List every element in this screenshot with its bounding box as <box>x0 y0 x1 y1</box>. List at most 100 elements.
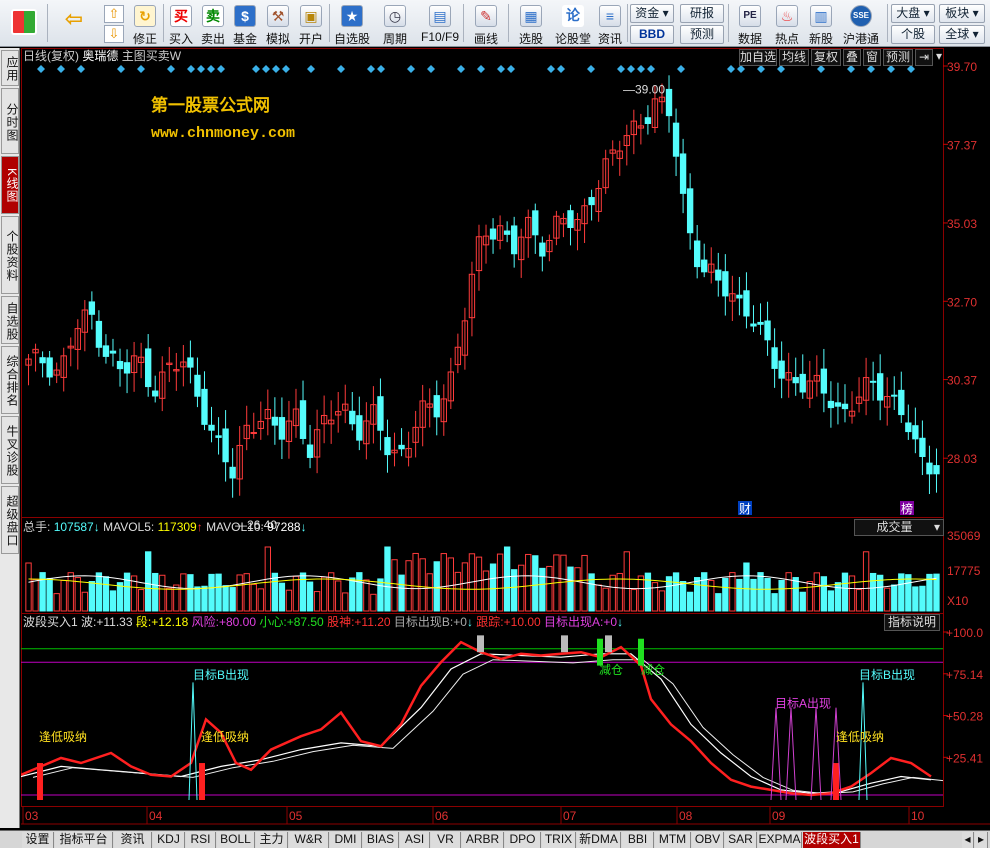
watchlist-button[interactable]: ★ 自选股 <box>332 2 372 46</box>
candle-body-98 <box>715 269 722 281</box>
bottom-tab-7[interactable]: W&R <box>289 832 329 848</box>
back-button[interactable]: ⇦ <box>52 2 96 45</box>
bottom-tab-20[interactable]: EXPMA <box>758 832 802 848</box>
capital-dropdown[interactable]: 资金 ▾ <box>630 4 674 23</box>
signal-diamond-36 <box>817 65 825 73</box>
market-dropdown[interactable]: 大盘 ▾ <box>891 4 935 23</box>
overlay-button[interactable]: 叠 <box>843 49 861 66</box>
volume-bar-55 <box>412 552 419 612</box>
menu-dropdown-button[interactable]: ▾ <box>933 49 945 66</box>
volume-bar-18 <box>152 572 159 612</box>
collapse-arrow-button[interactable]: ⇥ <box>915 49 933 66</box>
volume-bar-123 <box>891 584 898 612</box>
bottom-tab-11[interactable]: VR <box>431 832 461 848</box>
bottom-tab-9[interactable]: BIAS <box>363 832 399 848</box>
new-stock-button[interactable]: ▥ 新股 <box>805 2 837 46</box>
bottom-tab-1[interactable]: 指标平台 <box>55 832 113 848</box>
volume-bar-28 <box>222 585 229 612</box>
kline-chart-canvas[interactable]: —39.00—26.40财榜 逢低吸纳 逢低吸纳 逢低吸纳目标B出现 目标B出现减仓减… <box>21 48 990 828</box>
bottom-tab-0[interactable]: 设置 <box>22 832 54 848</box>
draw-line-label: 画线 <box>473 32 498 46</box>
stock-dropdown[interactable]: 个股 <box>891 25 935 44</box>
left-tab-3[interactable]: 个股资料 <box>1 216 19 294</box>
bottom-tab-6[interactable]: 主力 <box>256 832 288 848</box>
volume-bar-45 <box>342 592 349 612</box>
data-button[interactable]: PE 数据 <box>731 2 769 46</box>
bottom-tab-15[interactable]: 新DMA <box>577 832 621 848</box>
candle-body-120 <box>869 380 877 383</box>
bbd-button[interactable]: BBD <box>630 25 674 44</box>
bottom-tab-21[interactable]: 波段买入1 <box>803 832 861 848</box>
signal-diamond-34 <box>757 65 765 73</box>
bottom-tab-17[interactable]: MTM <box>655 832 691 848</box>
price-tick-label-4: 30.37 <box>947 374 977 388</box>
fund-button[interactable]: $ 基金 <box>230 2 260 46</box>
signal-diamond-markers <box>37 65 915 73</box>
buy-button[interactable]: 买 买入 <box>166 2 196 46</box>
info-button[interactable]: ≡ 资讯 <box>595 2 625 46</box>
newstock-icon: ▥ <box>810 5 832 27</box>
left-tab-5[interactable]: 综合排名 <box>1 346 19 414</box>
left-tab-6[interactable]: 牛叉诊股 <box>1 416 19 484</box>
draw-line-button[interactable]: ✎ 画线 <box>466 2 506 46</box>
open-account-button[interactable]: ▣ 开户 <box>296 2 326 46</box>
bottom-tab-10[interactable]: ASI <box>400 832 430 848</box>
bottom-tab-16[interactable]: BBI <box>622 832 654 848</box>
sell-button[interactable]: 卖 卖出 <box>198 2 228 46</box>
predict-button[interactable]: 预测 <box>883 49 913 66</box>
adjust-button[interactable]: 复权 <box>811 49 841 66</box>
left-tab-7[interactable]: 超级盘口 <box>1 486 19 554</box>
stock-screener-button[interactable]: ▦ 选股 <box>511 2 551 46</box>
forum-button[interactable]: 论 论股堂 <box>553 2 593 46</box>
research-button[interactable]: 研报 <box>680 4 724 23</box>
sector-dropdown[interactable]: 板块 ▾ <box>939 4 985 23</box>
hk-connect-button[interactable]: SSE 沪港通 <box>839 2 883 46</box>
bottom-tab-13[interactable]: DPO <box>505 832 541 848</box>
volume-bar-17 <box>144 551 152 612</box>
f10-button[interactable]: ▤ F10/F9 <box>418 2 462 45</box>
volume-indicator-selector[interactable]: 成交量 ▾ <box>854 519 944 536</box>
bottom-tab-18[interactable]: OBV <box>692 832 724 848</box>
month-label-4: 07 <box>563 809 577 823</box>
reduce-label-0: 减仓 <box>599 663 623 677</box>
reduce-label-1: 减仓 <box>641 663 665 677</box>
bottom-tab-4[interactable]: RSI <box>186 832 216 848</box>
app-grid-button[interactable] <box>4 2 44 45</box>
forecast-button[interactable]: 预测 <box>680 25 724 44</box>
chevron-down-icon: ▾ <box>972 6 979 20</box>
left-tab-1[interactable]: 分时图 <box>1 88 19 154</box>
signal-diamond-3 <box>117 65 125 73</box>
bottom-tab-3[interactable]: KDJ <box>153 832 185 848</box>
ma-button[interactable]: 均线 <box>779 49 809 66</box>
candle-body-101 <box>736 294 743 299</box>
left-tab-0[interactable]: 应用 <box>1 50 19 86</box>
page-updown-button[interactable]: ⇧ ⇩ <box>100 2 128 45</box>
global-dropdown[interactable]: 全球 ▾ <box>939 25 985 44</box>
signal-diamond-27 <box>617 65 625 73</box>
candle-body-91 <box>665 88 673 117</box>
revise-button[interactable]: ↻ 修正 <box>130 2 160 46</box>
bottom-tab-2[interactable]: 资讯 <box>114 832 152 848</box>
signal-diamond-4 <box>137 65 145 73</box>
sell-label: 卖出 <box>200 32 225 46</box>
left-tab-2[interactable]: K线图 <box>1 156 19 214</box>
bottom-tab-19[interactable]: SAR <box>725 832 757 848</box>
left-tab-4[interactable]: 自选股 <box>1 296 19 344</box>
target-b-label-0: 目标B出现 <box>193 668 249 682</box>
back-arrow-icon: ⇦ <box>64 6 84 31</box>
candle-body-116 <box>841 403 849 410</box>
tab-scroll-right-button[interactable]: ▸ <box>975 832 988 848</box>
add-watchlist-button[interactable]: 加自选 <box>739 49 777 66</box>
signal-diamond-38 <box>867 65 875 73</box>
period-button[interactable]: ◷ 周期 <box>374 2 416 46</box>
bottom-tab-14[interactable]: TRIX <box>542 832 576 848</box>
hotspot-button[interactable]: ♨ 热点 <box>771 2 803 46</box>
window-button[interactable]: 窗 <box>863 49 881 66</box>
simulate-button[interactable]: ⚒ 模拟 <box>262 2 294 46</box>
indicator-explain-button[interactable]: 指标说明 <box>884 614 940 631</box>
bottom-tab-5[interactable]: BOLL <box>217 832 255 848</box>
bottom-tab-12[interactable]: ARBR <box>462 832 504 848</box>
volume-bar-68 <box>503 546 511 612</box>
tab-scroll-left-button[interactable]: ◂ <box>962 832 974 848</box>
bottom-tab-8[interactable]: DMI <box>330 832 362 848</box>
